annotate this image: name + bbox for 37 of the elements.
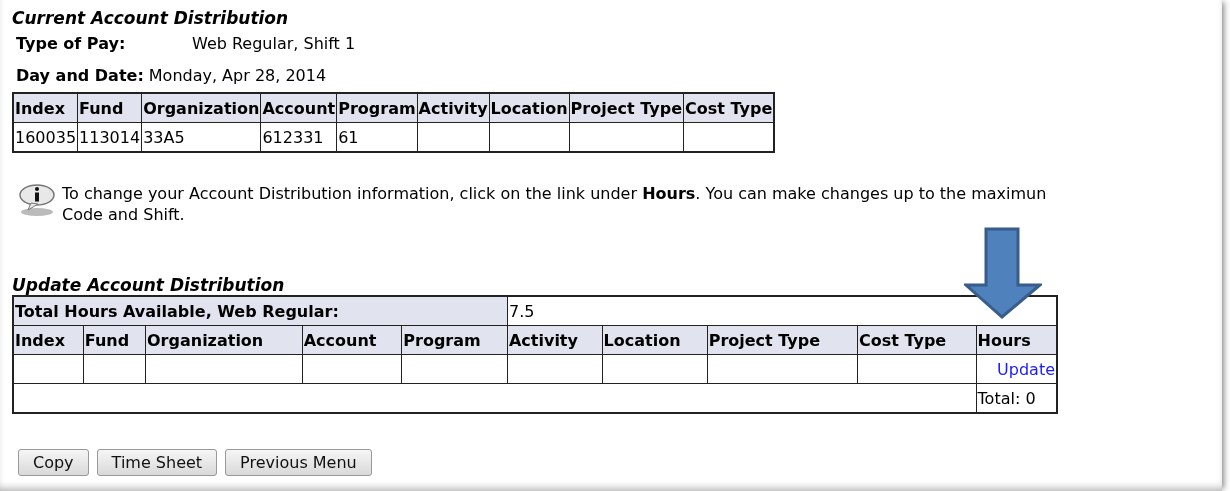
field-value: Monday, Apr 28, 2014 [148,65,327,87]
column-header: Fund [83,325,146,355]
button[interactable]: Time Sheet [96,449,218,476]
column-header: Program [401,325,508,355]
column-header: Program [336,93,418,123]
column-header: Account [302,325,402,355]
info-text: To change your Account Distribution information, click on the link under Hours. You can make changes up to the maximun Code and Shift. [62,183,1047,225]
column-header: Activity [507,325,603,355]
column-header: Cost Type [683,93,775,123]
table-cell: 113014 [77,122,142,152]
column-header: Project Type [569,93,684,123]
table-cell: 612331 [260,122,337,152]
column-header: Organization [145,325,303,355]
field-label: Day and Date: [16,65,144,87]
section-title: Update Account Distribution [12,275,286,295]
field-label: Type of Pay: [16,33,127,55]
table-cell: 61 [336,122,418,152]
button[interactable]: Previous Menu [225,449,372,476]
column-header: Fund [77,93,142,123]
column-header: Location [602,325,708,355]
column-header: Cost Type [857,325,977,355]
column-header: Location [489,93,570,123]
section-title: Current Account Distribution [12,8,290,28]
table-cell: 160035 [13,122,78,152]
column-header: Activity [417,93,490,123]
button[interactable]: Copy [18,449,89,476]
table-header: Total Hours Available, Web Regular: [13,296,508,326]
column-header: Hours [976,325,1057,355]
down-arrow-icon [964,227,1042,319]
column-header: Account [260,93,337,123]
column-header: Project Type [707,325,858,355]
table-cell: 33A5 [141,122,261,152]
column-header: Organization [141,93,261,123]
column-header: Index [13,93,78,123]
info-icon [18,183,56,217]
column-header: Index [13,325,84,355]
field-value: Web Regular, Shift 1 [192,33,356,55]
